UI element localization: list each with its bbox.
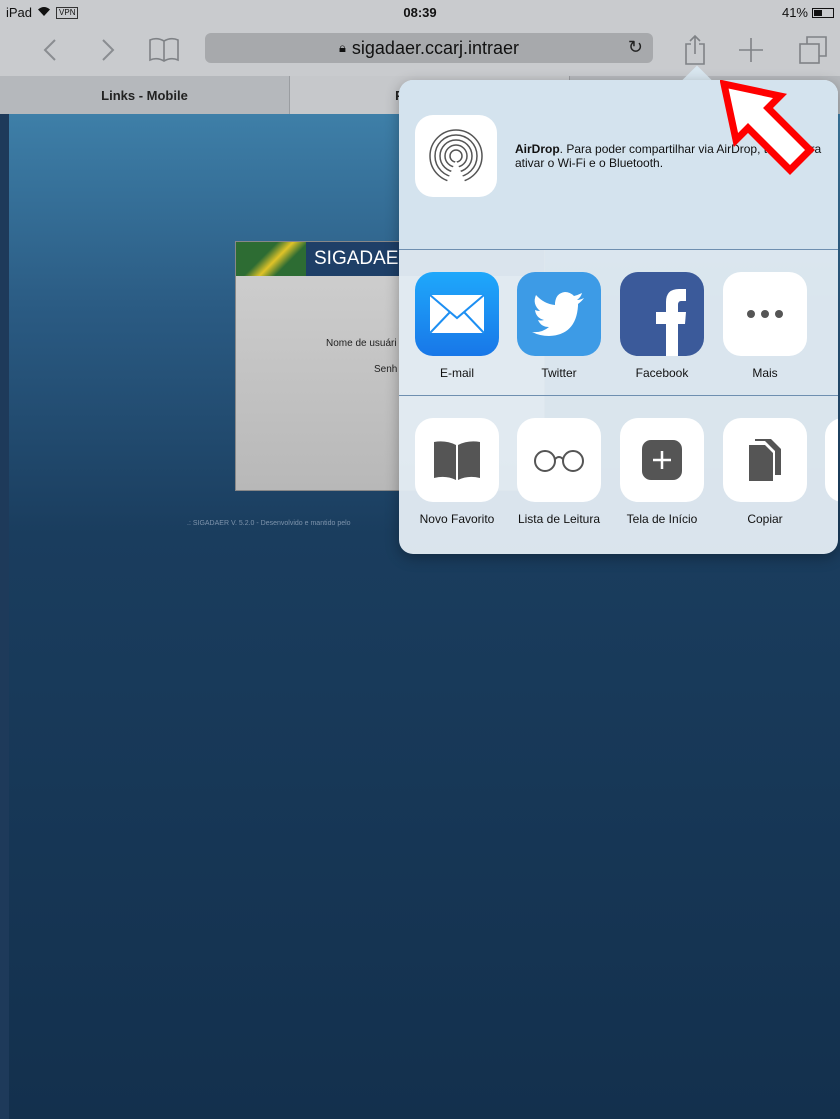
copy-icon [723, 418, 807, 502]
share-facebook[interactable]: Facebook [620, 272, 704, 380]
share-email-label: E-mail [439, 366, 474, 380]
share-icon[interactable] [680, 32, 710, 68]
reading-list-icon [517, 418, 601, 502]
twitter-icon [517, 272, 601, 356]
password-label: Senh [374, 364, 398, 375]
share-twitter-label: Twitter [541, 366, 577, 380]
share-facebook-label: Facebook [635, 366, 689, 380]
brazil-flag-logo [236, 242, 306, 276]
address-bar[interactable]: 🔒︎ sigadaer.ccarj.intraer ↻ [205, 33, 653, 63]
reload-icon[interactable]: ↻ [628, 37, 643, 58]
mail-icon [415, 272, 499, 356]
partial-icon [825, 418, 838, 502]
share-more-label: Mais [752, 366, 778, 380]
facebook-icon [620, 272, 704, 356]
airdrop-title: AirDrop [515, 142, 560, 156]
browser-toolbar: 🔒︎ sigadaer.ccarj.intraer ↻ [0, 26, 840, 76]
bookmark-icon [415, 418, 499, 502]
red-arrow-annotation [719, 79, 816, 181]
lock-icon: 🔒︎ [338, 40, 346, 55]
battery-percent: 41% [781, 5, 808, 20]
username-label: Nome de usuári [326, 338, 397, 349]
clock: 08:39 [403, 5, 437, 20]
share-email[interactable]: E-mail [415, 272, 499, 380]
action-reading-list[interactable]: Lista de Leitura [517, 418, 601, 526]
new-tab-icon[interactable] [736, 32, 766, 68]
status-bar: iPad VPN 08:39 41% [0, 0, 840, 26]
airdrop-icon[interactable] [415, 115, 497, 197]
share-twitter[interactable]: Twitter [517, 272, 601, 380]
tabs-overview-icon[interactable] [796, 32, 830, 68]
action-add-home-screen[interactable]: Tela de Início [620, 418, 704, 526]
action-add-home-screen-label: Tela de Início [626, 512, 698, 526]
share-apps-row: E-mail Twitter Facebook Mais [399, 251, 838, 396]
share-actions-row: Novo Favorito Lista de Leitura Tela de I… [399, 397, 838, 554]
back-icon[interactable] [38, 32, 62, 68]
share-more[interactable]: Mais [723, 272, 807, 380]
tab-links-mobile[interactable]: Links - Mobile [0, 76, 290, 114]
action-next-partial[interactable] [825, 418, 838, 502]
action-reading-list-label: Lista de Leitura [517, 512, 601, 526]
status-right: 41% [782, 5, 834, 20]
bookmarks-icon[interactable] [146, 32, 182, 68]
action-copy[interactable]: Copiar [723, 418, 807, 526]
more-icon [723, 272, 807, 356]
battery-icon [812, 7, 834, 18]
forward-icon[interactable] [96, 32, 120, 68]
url-text: sigadaer.ccarj.intraer [351, 37, 519, 58]
app-name: SIGADAE [314, 248, 399, 269]
action-copy-label: Copiar [747, 512, 783, 526]
action-add-bookmark[interactable]: Novo Favorito [415, 418, 499, 526]
add-home-icon [620, 418, 704, 502]
action-add-bookmark-label: Novo Favorito [419, 512, 495, 526]
page-footer: .: SIGADAER V. 5.2.0 - Desenvolvido e ma… [187, 520, 351, 527]
